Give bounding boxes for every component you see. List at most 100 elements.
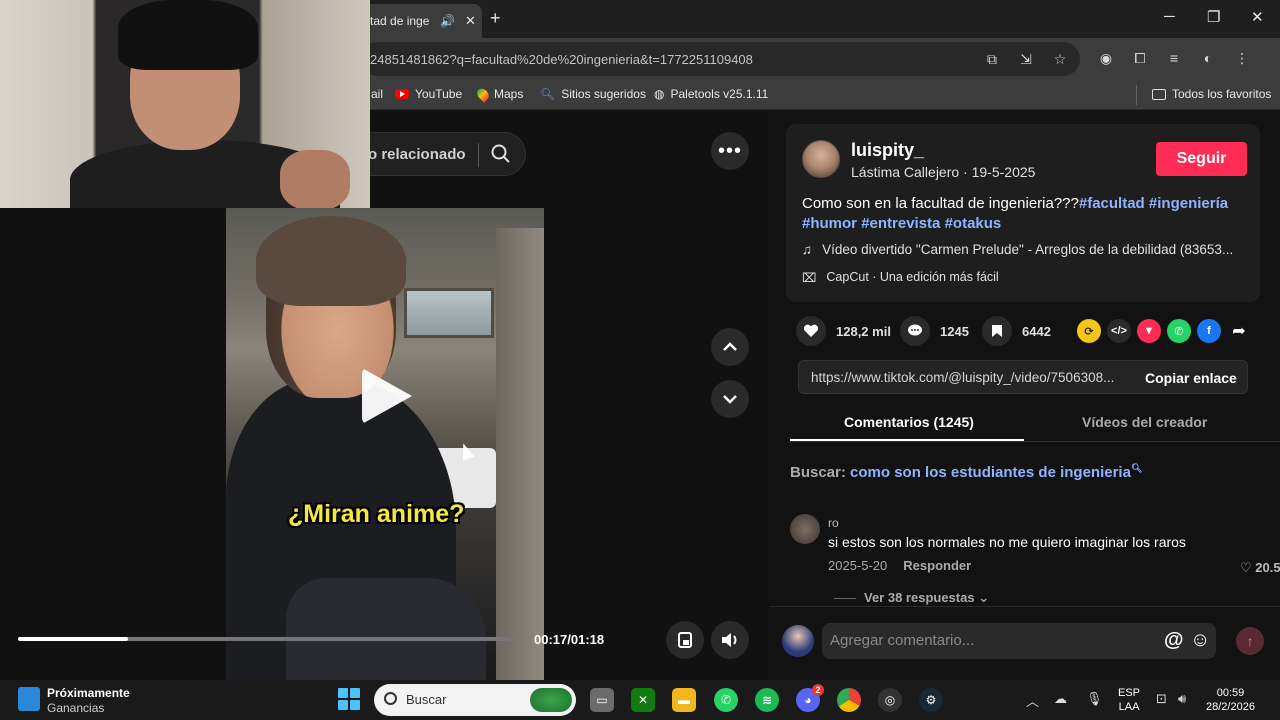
spotify-icon[interactable]: ≋ [755,688,779,712]
video-link[interactable]: https://www.tiktok.com/@luispity_/video/… [811,370,1114,385]
commenter-avatar[interactable] [790,514,820,544]
hashtag-link[interactable]: #entrevista [861,215,940,232]
whatsapp-icon[interactable]: ✆ [1167,319,1191,343]
media-control-icon[interactable]: ≡ [1164,48,1184,68]
close-tab-icon[interactable]: ✕ [465,13,476,29]
hashtag-link[interactable]: #otakus [945,215,1002,232]
network-icon[interactable]: ⊡ [1156,691,1167,707]
steam-icon[interactable]: ⚙ [919,688,943,712]
search-icon [384,692,397,705]
hashtag-link[interactable]: #humor [802,215,857,232]
comment-input[interactable]: Agregar comentario... @ ☺ [822,623,1216,659]
bookmark-maps[interactable]: Maps [474,85,523,103]
play-icon[interactable] [362,368,412,424]
more-options-button[interactable]: ••• [711,132,749,170]
repost-icon[interactable]: ⟳ [1077,319,1101,343]
new-tab-button[interactable]: + [490,8,501,29]
comment-date: 2025-5-20 [828,558,888,573]
related-search-box[interactable]: o relacionado [360,132,526,176]
capcut-link[interactable]: ⌧ CapCut · Una edición más fácil [802,270,999,285]
previous-video-button[interactable] [711,328,749,366]
chrome-icon[interactable] [837,688,861,712]
install-app-icon[interactable]: ⇲ [1016,49,1036,69]
clock[interactable]: 00:59 28/2/2026 [1206,686,1255,714]
bookmark-star-icon[interactable]: ☆ [1050,49,1070,69]
globe-icon: ◍ [654,87,665,101]
screen: tad de inge 🔊 ✕ + ─ ❐ ✕ 24851481862?q=fa… [0,0,1280,720]
menu-dots-icon[interactable]: ⋮ [1232,48,1252,68]
creator-avatar[interactable] [802,140,840,178]
share-arrow-icon[interactable]: ➦ [1227,319,1251,343]
active-tab-indicator [790,439,1024,441]
send-icon[interactable]: ▼ [1137,319,1161,343]
comment-button[interactable]: 1245 [900,316,969,346]
translate-icon[interactable]: ⧉ [982,49,1002,69]
emoji-icon[interactable]: ☺ [1190,629,1210,652]
onedrive-icon[interactable]: ☁ [1054,691,1067,707]
search-hint-query[interactable]: como son los estudiantes de ingenieria [850,464,1131,481]
commenter-username[interactable]: ro [828,516,839,530]
close-window-button[interactable]: ✕ [1251,8,1264,26]
mention-icon[interactable]: @ [1164,629,1184,652]
profile-avatar-icon[interactable]: ◐ [1198,48,1218,68]
discord-badge: 2 [812,684,824,696]
save-count: 6442 [1022,323,1051,339]
comment-like-button[interactable]: ♡ 20.5K [1240,560,1280,576]
video-time: 00:17/01:18 [534,632,605,647]
embed-icon[interactable]: </> [1107,319,1131,343]
video-progress-bar[interactable] [18,637,516,641]
xbox-icon[interactable]: ✕ [631,688,655,712]
hashtag-link[interactable]: #facultad [1079,195,1145,212]
task-view-icon[interactable]: ▭ [590,688,614,712]
tab-comments[interactable]: Comentarios (1245) [844,414,974,430]
webcam-person-hand [280,150,350,208]
copy-link-button[interactable]: Copiar enlace [1145,370,1237,386]
obs-icon[interactable]: ◎ [878,688,902,712]
video-player[interactable]: ¿Miran anime? [226,208,544,680]
file-explorer-icon[interactable]: ▬ [672,688,696,712]
hashtag-link[interactable]: #ingeniería [1149,195,1228,212]
bookmark-all-favorites[interactable]: Todos los favoritos [1152,87,1271,101]
view-replies-button[interactable]: Ver 38 respuestas ⌄ [834,590,989,606]
lang-bottom: LAA [1118,701,1140,713]
creator-username[interactable]: luispity_ [851,140,924,161]
taskbar-search[interactable]: Buscar [374,684,576,716]
address-bar[interactable]: 24851481862?q=facultad%20de%20ingenieria… [360,42,1080,76]
comment-search-hint: Buscar: como son los estudiantes de inge… [790,463,1142,481]
url-text[interactable]: 24851481862?q=facultad%20de%20ingenieria… [370,52,753,67]
next-video-button[interactable] [711,380,749,418]
bookmark-favorites-label: Todos los favoritos [1172,87,1272,101]
reply-button[interactable]: Responder [903,558,971,573]
tray-overflow-icon[interactable]: ︿ [1026,691,1039,710]
volume-button[interactable] [711,621,749,659]
video-progress-fill [18,637,128,641]
start-button[interactable] [338,688,360,710]
post-comment-button[interactable]: ↑ [1236,627,1264,655]
discord-icon[interactable]: ◕ 2 [796,684,824,712]
music-link[interactable]: ♫ Vídeo divertido "Carmen Prelude" - Arre… [802,242,1233,257]
maximize-button[interactable]: ❐ [1207,8,1220,26]
like-button[interactable]: 128,2 mil [796,316,891,346]
bookmark-youtube[interactable]: YouTube [395,87,462,101]
extension-icon[interactable]: ◉ [1096,48,1116,68]
facebook-icon[interactable]: f [1197,319,1221,343]
browser-tab[interactable]: tad de inge 🔊 ✕ [360,4,482,38]
tab-creator-videos[interactable]: Vídeos del creador [1082,414,1207,430]
save-button[interactable]: 6442 [982,316,1051,346]
language-indicator[interactable]: ESP LAA [1118,686,1140,714]
puzzle-extensions-icon[interactable]: ⧠ [1130,48,1150,68]
bookmark-sugeridos[interactable]: 🔍︎ Sitios sugeridos [540,87,646,101]
speaker-icon[interactable]: 🔊 [440,14,455,28]
news-title: Próximamente [47,686,130,700]
search-icon[interactable] [490,143,512,165]
tab-title: tad de inge [370,14,430,28]
follow-button[interactable]: Seguir [1156,142,1247,176]
volume-tray-icon[interactable]: 🔊︎ [1178,691,1186,707]
minimize-button[interactable]: ─ [1164,8,1175,25]
microphone-icon[interactable]: 🎙︎ [1086,691,1103,707]
pip-button[interactable] [666,621,704,659]
bookmark-mail[interactable]: ail [371,87,383,101]
bookmark-paletools[interactable]: ◍ Paletools v25.1.11 [654,87,768,101]
whatsapp-app-icon[interactable]: ✆ [714,688,738,712]
comment-icon [900,316,930,346]
